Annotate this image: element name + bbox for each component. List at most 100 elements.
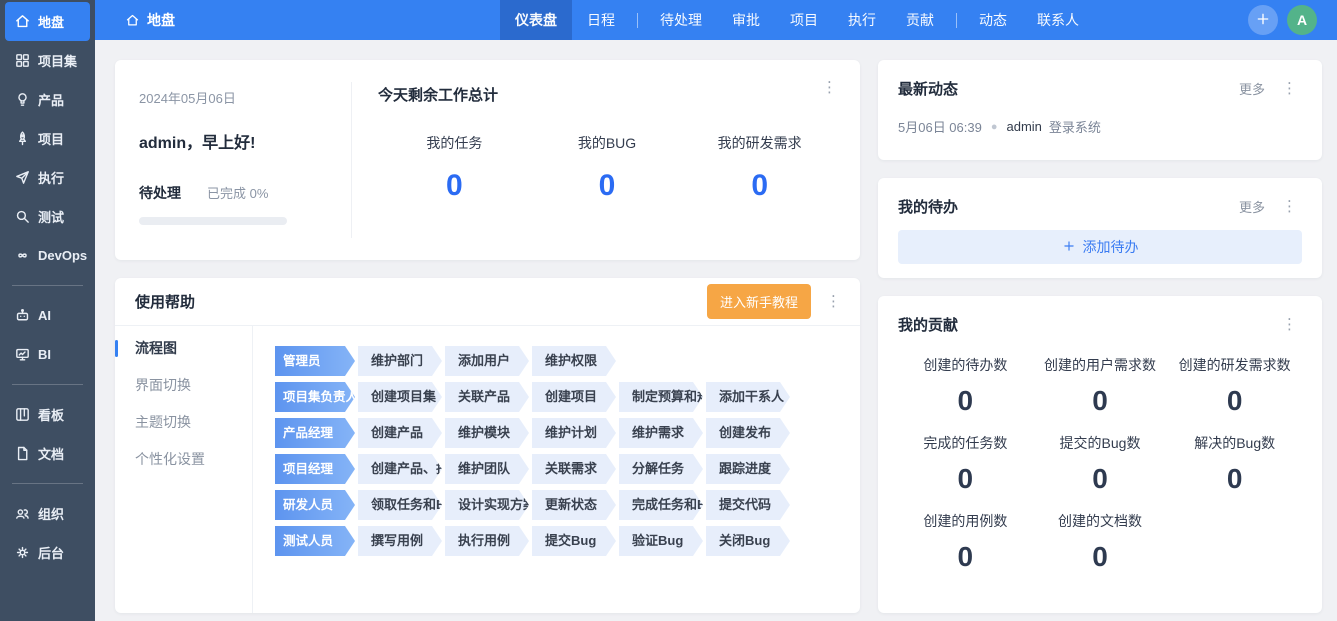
global-add-button[interactable] bbox=[1248, 5, 1278, 35]
flow-step[interactable]: 维护模块 bbox=[445, 418, 529, 448]
sidebar-item-executions[interactable]: 执行 bbox=[5, 158, 90, 197]
sidebar-item-products[interactable]: 产品 bbox=[5, 80, 90, 119]
grid-icon bbox=[14, 52, 31, 69]
home-icon bbox=[14, 13, 31, 30]
flow-row: 项目经理创建产品、执行维护团队关联需求分解任务跟踪进度 bbox=[275, 454, 860, 484]
my-contribution-card: 我的贡献 ⋮ 创建的待办数0创建的用户需求数0创建的研发需求数0完成的任务数0提… bbox=[878, 296, 1322, 613]
flow-step[interactable]: 添加用户 bbox=[445, 346, 529, 376]
sidebar-item-devops[interactable]: DevOps bbox=[5, 236, 90, 275]
contribution-stat: 创建的用例数0 bbox=[898, 497, 1033, 573]
help-tab[interactable]: 个性化设置 bbox=[115, 441, 252, 478]
flow-step[interactable]: 提交Bug bbox=[532, 526, 616, 556]
nav-divider bbox=[637, 13, 638, 28]
flow-step[interactable]: 维护部门 bbox=[358, 346, 442, 376]
nav-item-execution[interactable]: 执行 bbox=[833, 0, 891, 40]
work-stat-label: 我的任务 bbox=[378, 133, 531, 153]
flow-step[interactable]: 分解任务 bbox=[619, 454, 703, 484]
sidebar-item-kanban[interactable]: 看板 bbox=[5, 395, 90, 434]
greeting-block: 2024年05月06日 admin，早上好! 待处理 已完成 0% bbox=[139, 82, 337, 238]
flow-step[interactable]: 创建产品 bbox=[358, 418, 442, 448]
flow-step[interactable]: 创建产品、执行 bbox=[358, 454, 442, 484]
contribution-stat-label: 完成的任务数 bbox=[898, 433, 1033, 453]
card-header: 我的待办 更多 ⋮ bbox=[898, 196, 1302, 217]
work-stat: 我的BUG0 bbox=[531, 133, 684, 203]
flow-role-label: 管理员 bbox=[275, 346, 355, 376]
tutorial-button[interactable]: 进入新手教程 bbox=[707, 284, 811, 319]
flow-step[interactable]: 关联需求 bbox=[532, 454, 616, 484]
sidebar-item-home[interactable]: 地盘 bbox=[5, 2, 90, 41]
sidebar-divider bbox=[12, 384, 83, 385]
nav-item-calendar[interactable]: 日程 bbox=[572, 0, 630, 40]
flow-step[interactable]: 制定预算和规划 bbox=[619, 382, 703, 412]
card-header: 最新动态 更多 ⋮ bbox=[898, 78, 1302, 99]
dynamics-action: 登录系统 bbox=[1049, 117, 1101, 136]
flow-step[interactable]: 跟踪进度 bbox=[706, 454, 790, 484]
contribution-grid: 创建的待办数0创建的用户需求数0创建的研发需求数0完成的任务数0提交的Bug数0… bbox=[898, 341, 1302, 573]
rocket-icon bbox=[14, 130, 31, 147]
kebab-menu-icon[interactable]: ⋮ bbox=[1277, 315, 1302, 334]
top-navbar: 地盘 仪表盘日程待处理审批项目执行贡献动态联系人 A bbox=[95, 0, 1337, 40]
flow-step[interactable]: 关闭Bug bbox=[706, 526, 790, 556]
kebab-menu-icon[interactable]: ⋮ bbox=[1277, 79, 1302, 98]
sidebar-item-organization[interactable]: 组织 bbox=[5, 494, 90, 533]
flow-step[interactable]: 设计实现方案 bbox=[445, 490, 529, 520]
flow-step[interactable]: 提交代码 bbox=[706, 490, 790, 520]
home-icon bbox=[125, 13, 140, 28]
flow-step[interactable]: 创建项目集 bbox=[358, 382, 442, 412]
flow-step[interactable]: 维护需求 bbox=[619, 418, 703, 448]
flow-step[interactable]: 领取任务和Bug bbox=[358, 490, 442, 520]
nav-item-project[interactable]: 项目 bbox=[775, 0, 833, 40]
sidebar-item-docs[interactable]: 文档 bbox=[5, 434, 90, 473]
flow-step[interactable]: 验证Bug bbox=[619, 526, 703, 556]
flow-role-label: 项目经理 bbox=[275, 454, 355, 484]
nav-item-todo[interactable]: 待处理 bbox=[645, 0, 717, 40]
flow-step[interactable]: 创建项目 bbox=[532, 382, 616, 412]
flow-step[interactable]: 创建发布 bbox=[706, 418, 790, 448]
sidebar-item-project-sets[interactable]: 项目集 bbox=[5, 41, 90, 80]
flow-step[interactable]: 完成任务和Bug bbox=[619, 490, 703, 520]
contribution-stat-value: 0 bbox=[1033, 385, 1168, 417]
contribution-stat-label: 解决的Bug数 bbox=[1167, 433, 1302, 453]
flow-step[interactable]: 维护计划 bbox=[532, 418, 616, 448]
breadcrumb[interactable]: 地盘 bbox=[125, 0, 175, 40]
contribution-stat: 提交的Bug数0 bbox=[1033, 419, 1168, 495]
help-tab[interactable]: 流程图 bbox=[115, 330, 252, 367]
sidebar-item-testing[interactable]: 测试 bbox=[5, 197, 90, 236]
flow-step[interactable]: 关联产品 bbox=[445, 382, 529, 412]
help-tab[interactable]: 界面切换 bbox=[115, 367, 252, 404]
contribution-stat-value: 0 bbox=[1167, 463, 1302, 495]
flow-step[interactable]: 更新状态 bbox=[532, 490, 616, 520]
kebab-menu-icon[interactable]: ⋮ bbox=[1277, 197, 1302, 216]
flow-step[interactable]: 维护团队 bbox=[445, 454, 529, 484]
sidebar-item-admin[interactable]: 后台 bbox=[5, 533, 90, 572]
dynamics-user[interactable]: admin bbox=[1007, 119, 1042, 134]
more-link[interactable]: 更多 bbox=[1239, 197, 1265, 216]
kebab-menu-icon[interactable]: ⋮ bbox=[817, 78, 842, 97]
work-stat: 我的任务0 bbox=[378, 133, 531, 203]
kebab-menu-icon[interactable]: ⋮ bbox=[821, 292, 846, 311]
sidebar-item-label: 后台 bbox=[38, 543, 64, 562]
user-avatar[interactable]: A bbox=[1287, 5, 1317, 35]
contribution-stat-label: 提交的Bug数 bbox=[1033, 433, 1168, 453]
sidebar-item-label: 测试 bbox=[38, 207, 64, 226]
flow-step[interactable]: 维护权限 bbox=[532, 346, 616, 376]
nav-item-dashboard[interactable]: 仪表盘 bbox=[500, 0, 572, 40]
add-todo-button[interactable]: 添加待办 bbox=[898, 230, 1302, 264]
flow-step[interactable]: 撰写用例 bbox=[358, 526, 442, 556]
help-tab[interactable]: 主题切换 bbox=[115, 404, 252, 441]
contribution-stat-value: 0 bbox=[898, 385, 1033, 417]
sidebar-item-projects[interactable]: 项目 bbox=[5, 119, 90, 158]
flow-row: 项目集负责人创建项目集关联产品创建项目制定预算和规划添加干系人 bbox=[275, 382, 860, 412]
more-link[interactable]: 更多 bbox=[1239, 79, 1265, 98]
nav-item-contacts[interactable]: 联系人 bbox=[1022, 0, 1094, 40]
nav-item-approval[interactable]: 审批 bbox=[717, 0, 775, 40]
sidebar-item-bi[interactable]: BI bbox=[5, 335, 90, 374]
flow-step[interactable]: 执行用例 bbox=[445, 526, 529, 556]
plus-icon bbox=[1062, 239, 1076, 256]
latest-dynamics-card: 最新动态 更多 ⋮ 5月06日 06:39●admin登录系统 bbox=[878, 60, 1322, 160]
contribution-stat-label: 创建的用例数 bbox=[898, 511, 1033, 531]
sidebar-item-ai[interactable]: AI bbox=[5, 296, 90, 335]
nav-item-contribution[interactable]: 贡献 bbox=[891, 0, 949, 40]
nav-item-dynamic[interactable]: 动态 bbox=[964, 0, 1022, 40]
flow-step[interactable]: 添加干系人 bbox=[706, 382, 790, 412]
